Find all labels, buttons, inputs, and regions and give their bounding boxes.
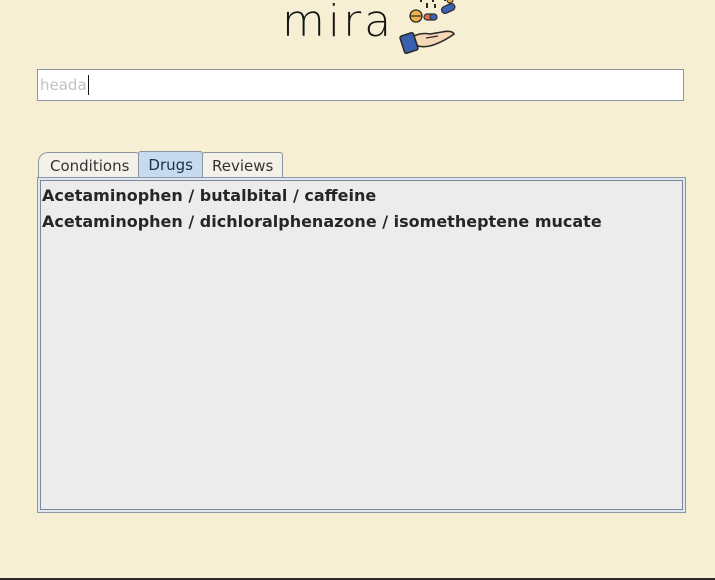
- tab-bar: Conditions Drugs Reviews: [38, 151, 284, 178]
- tab-reviews[interactable]: Reviews: [201, 152, 284, 178]
- text-caret: [87, 75, 89, 95]
- pills-hand-icon: [399, 0, 456, 55]
- list-item[interactable]: Acetaminophen / dichloralphenazone / iso…: [41, 209, 682, 235]
- tab-conditions[interactable]: Conditions: [38, 152, 140, 178]
- search-input-value: heada: [40, 76, 87, 94]
- results-panel: Acetaminophen / butalbital / caffeine Ac…: [37, 177, 686, 513]
- app-logo: mira: [282, 0, 458, 56]
- list-item[interactable]: Acetaminophen / butalbital / caffeine: [41, 183, 682, 209]
- logo-text: mira: [282, 0, 395, 47]
- search-input[interactable]: heada: [37, 69, 684, 101]
- tab-drugs[interactable]: Drugs: [138, 151, 203, 178]
- results-list[interactable]: Acetaminophen / butalbital / caffeine Ac…: [40, 180, 683, 510]
